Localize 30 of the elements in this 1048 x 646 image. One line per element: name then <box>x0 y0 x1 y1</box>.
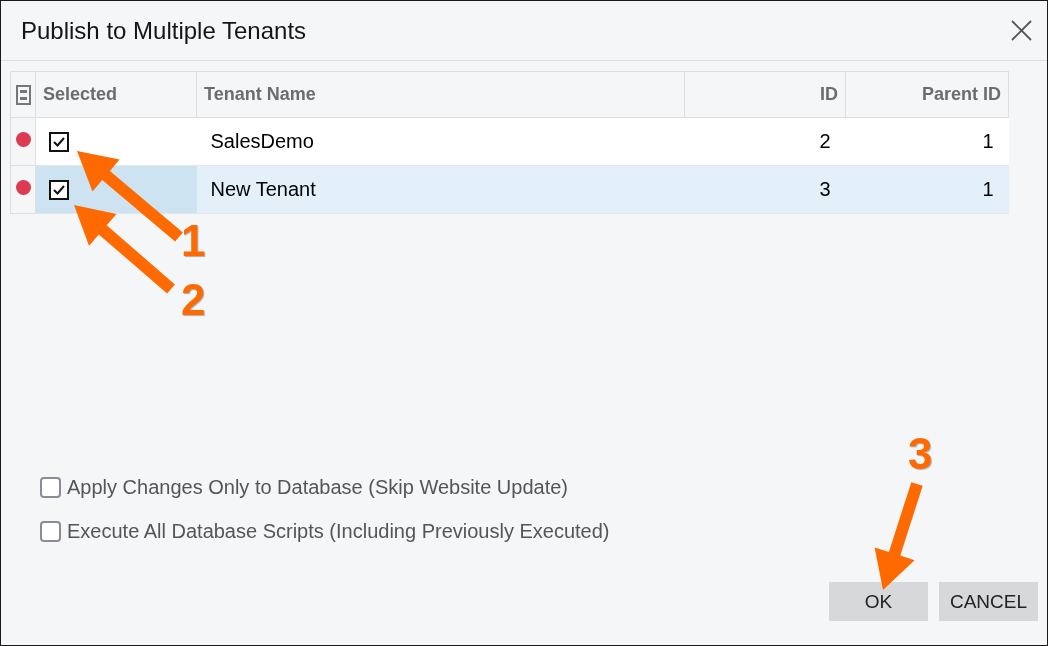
ok-button[interactable]: OK <box>829 582 928 621</box>
table-cell: 2 <box>684 117 846 166</box>
option-label: Execute All Database Scripts (Including Previously Executed) <box>67 519 610 543</box>
checkbox[interactable] <box>49 179 69 200</box>
column-header[interactable]: Tenant Name <box>196 71 685 118</box>
arrow-icon <box>874 482 923 590</box>
table-row[interactable]: SalesDemo 2 1 <box>10 117 1009 166</box>
table-cell: 1 <box>845 165 1009 214</box>
table-cell: 1 <box>845 117 1009 166</box>
table-row[interactable]: New Tenant 3 1 <box>10 165 1009 214</box>
close-button[interactable] <box>1010 19 1032 42</box>
table-cell: SalesDemo <box>196 117 685 166</box>
checkbox[interactable] <box>40 520 61 542</box>
cancel-button[interactable]: CANCEL <box>939 582 1038 621</box>
file-cabinet-icon[interactable] <box>15 84 31 105</box>
annotation-number: 1 <box>181 219 206 263</box>
annotation-number: 3 <box>908 432 933 476</box>
column-header[interactable]: Selected <box>35 71 197 118</box>
arrow-icon <box>77 151 183 242</box>
annotation-number: 2 <box>181 278 206 322</box>
table-cell: 3 <box>684 165 846 214</box>
arrow-icon <box>74 205 175 294</box>
table-cell: New Tenant <box>196 165 685 214</box>
dialog-title: Publish to Multiple Tenants <box>21 15 307 46</box>
column-header[interactable]: Parent ID <box>845 71 1009 118</box>
checkbox[interactable] <box>40 476 61 498</box>
column-header[interactable]: ID <box>684 71 846 118</box>
close-icon <box>1010 20 1032 41</box>
option-label: Apply Changes Only to Database (Skip Website Update) <box>67 475 568 499</box>
checkbox[interactable] <box>49 131 69 152</box>
